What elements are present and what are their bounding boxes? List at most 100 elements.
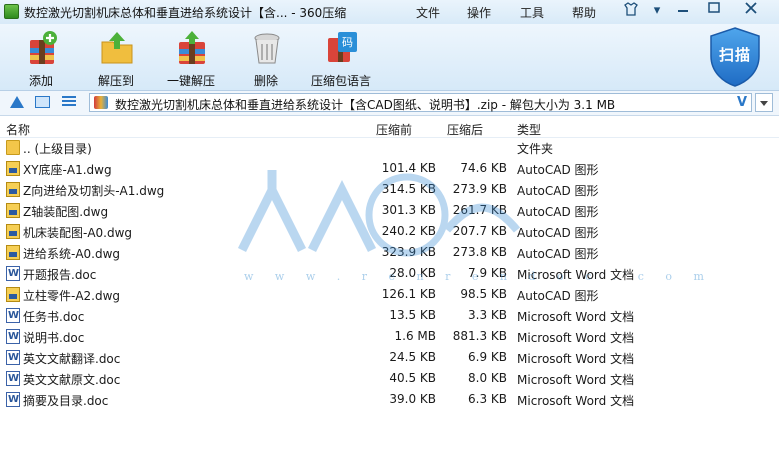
extract-to-folder-icon xyxy=(101,32,133,64)
file-name: XY底座-A1.dwg xyxy=(23,163,112,177)
file-name: .. (上级目录) xyxy=(23,142,92,156)
column-header-name[interactable]: 名称 xyxy=(6,121,30,138)
word-document-icon xyxy=(6,350,20,365)
minimize-button[interactable] xyxy=(672,2,694,20)
add-archive-icon xyxy=(30,31,57,64)
menu-tools[interactable]: 工具 xyxy=(520,4,544,21)
file-row[interactable]: 立柱零件-A2.dwg 126.1 KB 98.5 KB AutoCAD 图形 xyxy=(0,284,779,305)
file-original-size: 881.3 KB xyxy=(452,329,507,343)
autocad-file-icon xyxy=(6,224,20,239)
file-compressed-size: 126.1 KB xyxy=(381,287,436,301)
extract-to-button[interactable]: 解压到 xyxy=(79,28,153,88)
list-view-icon[interactable] xyxy=(62,96,76,109)
file-original-size: 207.7 KB xyxy=(452,224,507,238)
file-row[interactable]: 摘要及目录.doc 39.0 KB 6.3 KB Microsoft Word 文档 xyxy=(0,389,779,410)
folder-icon xyxy=(6,140,20,155)
up-arrow-icon[interactable] xyxy=(10,96,24,108)
one-click-extract-button[interactable]: 一键解压 xyxy=(154,28,228,88)
title-bar: 数控激光切割机床总体和垂直进给系统设计【含... - 360压缩 文件 操作 工… xyxy=(0,0,779,24)
file-compressed-size: 301.3 KB xyxy=(381,203,436,217)
column-header-compressed[interactable]: 压缩前 xyxy=(376,121,412,138)
file-original-size: 3.3 KB xyxy=(468,308,507,322)
trash-bin-icon xyxy=(254,33,280,64)
autocad-file-icon xyxy=(6,245,20,260)
menu-dropdown-icon[interactable]: ▾ xyxy=(646,2,668,20)
file-compressed-size: 1.6 MB xyxy=(394,329,436,343)
maximize-button[interactable] xyxy=(703,2,725,20)
column-header-type[interactable]: 类型 xyxy=(517,121,541,138)
thumbnail-view-icon[interactable] xyxy=(35,96,50,108)
file-row[interactable]: 任务书.doc 13.5 KB 3.3 KB Microsoft Word 文档 xyxy=(0,305,779,326)
svg-text:码: 码 xyxy=(342,36,353,49)
file-row[interactable]: 说明书.doc 1.6 MB 881.3 KB Microsoft Word 文档 xyxy=(0,326,779,347)
skin-icon[interactable] xyxy=(620,2,642,20)
file-type: AutoCAD 图形 xyxy=(517,289,599,303)
window-title: 数控激光切割机床总体和垂直进给系统设计【含... - 360压缩 xyxy=(24,6,347,20)
archive-language-icon: 码 xyxy=(328,32,357,62)
path-dropdown-button[interactable] xyxy=(755,93,773,112)
file-original-size: 6.3 KB xyxy=(468,392,507,406)
one-click-extract-label: 一键解压 xyxy=(166,74,215,88)
file-name: 机床装配图-A0.dwg xyxy=(23,226,133,240)
word-document-icon xyxy=(6,266,20,281)
path-text: 数控激光切割机床总体和垂直进给系统设计【含CAD图纸、说明书】.zip - 解包… xyxy=(115,98,616,112)
word-document-icon xyxy=(6,308,20,323)
close-button[interactable] xyxy=(740,2,762,20)
extract-to-label: 解压到 xyxy=(97,74,134,88)
file-row[interactable]: Z轴装配图.dwg 301.3 KB 261.7 KB AutoCAD 图形 xyxy=(0,200,779,221)
file-row[interactable]: Z向进给及切割头-A1.dwg 314.5 KB 273.9 KB AutoCAD 图… xyxy=(0,179,779,200)
path-field[interactable]: 数控激光切割机床总体和垂直进给系统设计【含CAD图纸、说明书】.zip - 解包… xyxy=(89,93,752,112)
file-type: AutoCAD 图形 xyxy=(517,205,599,219)
file-row[interactable]: 英文文献原文.doc 40.5 KB 8.0 KB Microsoft Word 文档 xyxy=(0,368,779,389)
file-compressed-size: 40.5 KB xyxy=(389,371,436,385)
file-name: 说明书.doc xyxy=(23,331,85,345)
file-row[interactable]: .. (上级目录) 文件夹 xyxy=(0,137,779,158)
file-type: Microsoft Word 文档 xyxy=(517,394,635,408)
list-header: 名称 压缩前 压缩后 类型 xyxy=(0,116,779,138)
file-compressed-size: 101.4 KB xyxy=(381,161,436,175)
file-compressed-size: 39.0 KB xyxy=(389,392,436,406)
autocad-file-icon xyxy=(6,161,20,176)
app-logo-icon xyxy=(4,4,19,19)
toolbar: 添加 解压到 一键解压 删除 码 压缩包语言 xyxy=(0,24,779,91)
verify-icon[interactable]: V xyxy=(737,95,747,110)
file-compressed-size: 13.5 KB xyxy=(389,308,436,322)
file-row[interactable]: 英文文献翻译.doc 24.5 KB 6.9 KB Microsoft Word 文档 xyxy=(0,347,779,368)
file-type: AutoCAD 图形 xyxy=(517,247,599,261)
file-original-size: 74.6 KB xyxy=(460,161,507,175)
file-row[interactable]: 机床装配图-A0.dwg 240.2 KB 207.7 KB AutoCAD 图形 xyxy=(0,221,779,242)
autocad-file-icon xyxy=(6,182,20,197)
file-name: 英文文献翻译.doc xyxy=(23,352,121,366)
file-original-size: 261.7 KB xyxy=(452,203,507,217)
file-row[interactable]: XY底座-A1.dwg 101.4 KB 74.6 KB AutoCAD 图形 xyxy=(0,158,779,179)
delete-button[interactable]: 删除 xyxy=(229,28,303,88)
file-type: AutoCAD 图形 xyxy=(517,163,599,177)
file-type: Microsoft Word 文档 xyxy=(517,331,635,345)
address-bar: 数控激光切割机床总体和垂直进给系统设计【含CAD图纸、说明书】.zip - 解包… xyxy=(0,91,779,116)
word-document-icon xyxy=(6,392,20,407)
file-compressed-size: 323.9 KB xyxy=(381,245,436,259)
file-type: Microsoft Word 文档 xyxy=(517,310,635,324)
delete-label: 删除 xyxy=(253,74,278,88)
file-name: 进给系统-A0.dwg xyxy=(23,247,121,261)
scan-button[interactable]: 扫描 xyxy=(707,26,763,88)
word-document-icon xyxy=(6,329,20,344)
watermark-text: w w w . r e n r e n d o c . c o m xyxy=(244,270,713,283)
file-type: 文件夹 xyxy=(517,142,554,156)
scan-label: 扫描 xyxy=(718,46,751,64)
file-type: Microsoft Word 文档 xyxy=(517,373,635,387)
menu-help[interactable]: 帮助 xyxy=(572,4,596,21)
file-compressed-size: 240.2 KB xyxy=(381,224,436,238)
file-compressed-size: 314.5 KB xyxy=(381,182,436,196)
menu-file[interactable]: 文件 xyxy=(416,4,440,21)
column-header-original[interactable]: 压缩后 xyxy=(447,121,483,138)
file-original-size: 6.9 KB xyxy=(468,350,507,364)
archive-language-button[interactable]: 码 压缩包语言 xyxy=(304,28,378,88)
add-button[interactable]: 添加 xyxy=(4,28,78,88)
menu-operation[interactable]: 操作 xyxy=(467,4,491,21)
file-row[interactable]: 进给系统-A0.dwg 323.9 KB 273.8 KB AutoCAD 图形 xyxy=(0,242,779,263)
autocad-file-icon xyxy=(6,287,20,302)
file-name: Z轴装配图.dwg xyxy=(23,205,109,219)
file-original-size: 273.8 KB xyxy=(452,245,507,259)
zip-archive-icon xyxy=(94,96,108,109)
